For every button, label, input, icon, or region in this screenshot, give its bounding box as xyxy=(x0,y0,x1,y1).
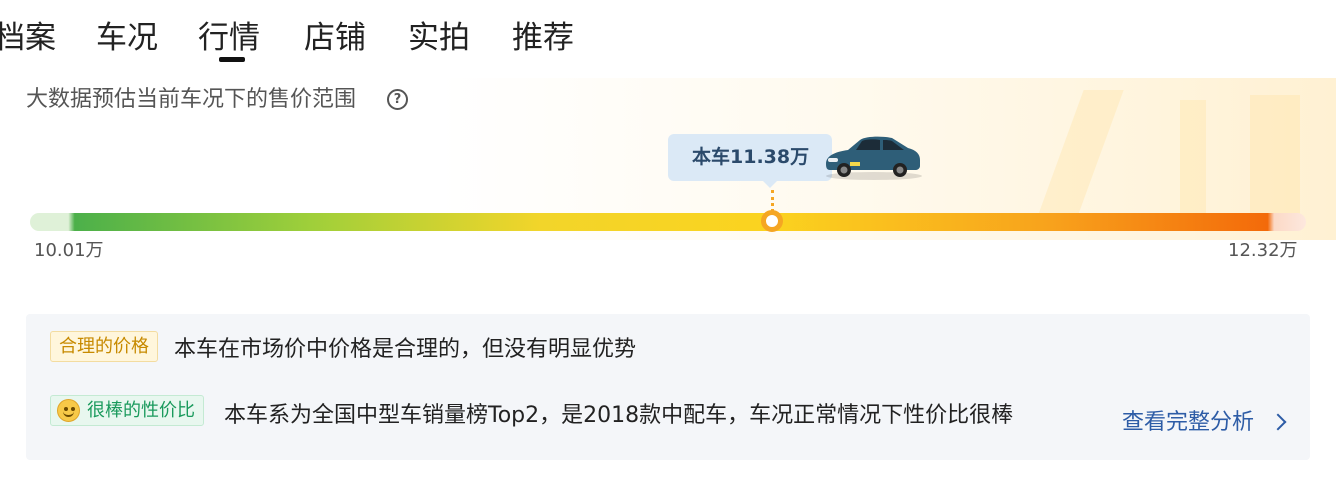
tab-condition[interactable]: 车况 xyxy=(96,16,158,60)
tab-photos[interactable]: 实拍 xyxy=(408,16,470,60)
active-tab-indicator xyxy=(219,57,245,62)
bubble-pointer xyxy=(762,180,778,188)
view-full-analysis-link[interactable]: 查看完整分析 xyxy=(1122,408,1254,438)
min-price-label: 10.01万 xyxy=(34,240,104,261)
tab-shop[interactable]: 店铺 xyxy=(304,16,366,60)
price-analysis-text: 本车在市场价中价格是合理的，但没有明显优势 xyxy=(174,337,637,362)
price-range-subtitle: 大数据预估当前车况下的售价范围 xyxy=(26,87,357,112)
tab-archive[interactable]: 档案 xyxy=(0,16,56,60)
background-decoration xyxy=(1250,95,1300,215)
value-analysis-text: 本车系为全国中型车销量榜Top2，是2018款中配车，车况正常情况下性价比很棒 xyxy=(224,403,1014,428)
current-price-label: 本车11.38万 xyxy=(692,146,810,168)
tab-recommend[interactable]: 推荐 xyxy=(512,16,574,60)
car-icon xyxy=(826,136,922,180)
price-badge: 合理的价格 xyxy=(50,331,158,362)
smile-icon xyxy=(57,399,80,422)
max-price-label: 12.32万 xyxy=(1228,240,1298,261)
tab-market[interactable]: 行情 xyxy=(198,16,260,60)
background-decoration xyxy=(1180,100,1206,220)
price-range-bar xyxy=(30,213,1306,231)
current-price-marker xyxy=(761,210,783,232)
question-circle-icon[interactable]: ? xyxy=(387,89,408,110)
price-marker-line xyxy=(771,190,774,212)
